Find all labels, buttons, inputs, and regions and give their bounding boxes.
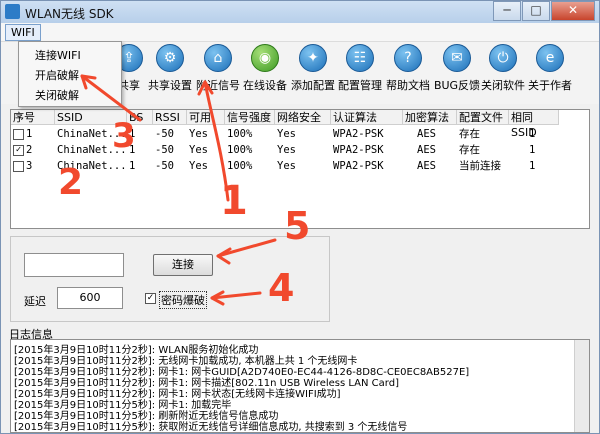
row-security: Yes <box>277 160 296 172</box>
annotation-1: 1 <box>220 178 248 224</box>
row-cipher: AES <box>417 160 436 172</box>
maximize-button[interactable]: □ <box>522 1 550 21</box>
col-header-cipher[interactable]: 加密算法 <box>403 110 457 125</box>
add-config-button[interactable]: ✦ 添加配置 <box>289 44 337 93</box>
exit-app-label: 关闭软件 <box>481 79 525 92</box>
close-button[interactable]: ✕ <box>551 1 595 21</box>
row-cipher: AES <box>417 128 436 140</box>
log-panel: [2015年3月9日10时11分2秒]: WLAN服务初始化成功 [2015年3… <box>10 339 590 433</box>
col-header-no[interactable]: 序号 <box>11 110 55 125</box>
menu-wifi[interactable]: WIFI <box>5 24 41 41</box>
settings-icon: ⚙ <box>156 44 184 72</box>
menu-bar: WIFI <box>1 23 599 42</box>
add-icon: ✦ <box>299 44 327 72</box>
bug-feedback-button[interactable]: ✉ BUG反馈 <box>433 44 481 93</box>
menu-item-stop-crack[interactable]: 关闭破解 <box>35 87 79 103</box>
online-devices-button[interactable]: ◉ 在线设备 <box>241 44 289 93</box>
row-security: Yes <box>277 144 296 156</box>
manage-icon: ☷ <box>346 44 374 72</box>
row-checkbox[interactable] <box>13 160 24 172</box>
col-header-signal[interactable]: 信号强度 <box>225 110 275 125</box>
row-available: Yes <box>189 128 208 140</box>
col-header-auth[interactable]: 认证算法 <box>331 110 403 125</box>
col-header-security[interactable]: 网络安全 <box>275 110 331 125</box>
row-no: 3 <box>26 160 33 172</box>
log-scrollbar[interactable] <box>574 340 589 432</box>
ie-icon: e <box>536 44 564 72</box>
row-signal: 100% <box>227 160 253 172</box>
row-no: 1 <box>26 128 33 140</box>
minimize-button[interactable]: ─ <box>493 1 521 21</box>
share-settings-button[interactable]: ⚙ 共享设置 <box>146 44 194 93</box>
app-icon <box>5 4 20 19</box>
row-profile: 当前连接 <box>459 160 501 172</box>
config-manage-label: 配置管理 <box>338 79 382 92</box>
config-manage-button[interactable]: ☷ 配置管理 <box>336 44 384 93</box>
row-auth: WPA2-PSK <box>333 144 384 156</box>
crack-checkbox[interactable]: ✓ <box>145 293 156 304</box>
menu-item-connect-wifi[interactable]: 连接WIFI <box>35 47 81 63</box>
window-title: WLAN无线 SDK <box>25 7 114 21</box>
bug-feedback-label: BUG反馈 <box>433 79 481 92</box>
nearby-signal-label: 附近信号 <box>196 79 240 92</box>
online-devices-label: 在线设备 <box>243 79 287 92</box>
wifi-dropdown-menu: 连接WIFI 开启破解 关闭破解 <box>18 41 122 107</box>
row-rssi: -50 <box>155 160 174 172</box>
add-config-label: 添加配置 <box>291 79 335 92</box>
col-header-rssi[interactable]: RSSI <box>153 110 187 125</box>
row-available: Yes <box>189 144 208 156</box>
annotation-2: 2 <box>58 162 84 203</box>
exit-app-button[interactable]: ⏻ 关闭软件 <box>479 44 527 93</box>
nearby-signal-button[interactable]: ⌂ 附近信号 <box>194 44 242 93</box>
row-checkbox-checked[interactable]: ✓ <box>13 144 24 156</box>
share-settings-label: 共享设置 <box>148 79 192 92</box>
connect-button[interactable]: 连接 <box>153 254 213 276</box>
row-profile: 存在 <box>459 128 480 140</box>
annotation-3: 3 <box>112 116 136 156</box>
delay-label: 延迟 <box>24 295 46 308</box>
help-button[interactable]: ? 帮助文档 <box>384 44 432 93</box>
row-signal: 100% <box>227 144 253 156</box>
row-available: Yes <box>189 160 208 172</box>
android-icon: ◉ <box>251 44 279 72</box>
row-cipher: AES <box>417 144 436 156</box>
row-signal: 100% <box>227 128 253 140</box>
col-header-available[interactable]: 可用 <box>187 110 225 125</box>
annotation-4: 4 <box>268 266 295 310</box>
col-header-profile[interactable]: 配置文件 <box>457 110 509 125</box>
row-same-ssid: 1 <box>529 144 536 156</box>
row-security: Yes <box>277 128 296 140</box>
row-checkbox[interactable] <box>13 128 24 140</box>
row-same-ssid: 1 <box>529 128 536 140</box>
row-same-ssid: 1 <box>529 160 536 172</box>
menu-item-start-crack[interactable]: 开启破解 <box>35 67 79 83</box>
row-rssi: -50 <box>155 128 174 140</box>
row-profile: 存在 <box>459 144 480 156</box>
help-label: 帮助文档 <box>386 79 430 92</box>
col-header-same-ssid[interactable]: 相同SSID <box>509 110 559 139</box>
power-icon: ⏻ <box>489 44 517 72</box>
password-input[interactable] <box>24 253 124 277</box>
help-icon: ? <box>394 44 422 72</box>
annotation-5: 5 <box>284 204 311 248</box>
title-bar: WLAN无线 SDK ─ □ ✕ <box>1 1 599 24</box>
bug-icon: ✉ <box>443 44 471 72</box>
crack-label[interactable]: 密码爆破 <box>159 291 207 309</box>
row-auth: WPA2-PSK <box>333 160 384 172</box>
row-bs: 1 <box>129 160 136 172</box>
row-auth: WPA2-PSK <box>333 128 384 140</box>
row-rssi: -50 <box>155 144 174 156</box>
about-author-label: 关于作者 <box>528 79 572 92</box>
signal-icon: ⌂ <box>204 44 232 72</box>
log-line: [2015年3月9日10时11分5秒]: 获取附近无线信号详细信息成功, 共搜索… <box>14 422 408 433</box>
row-no: 2 <box>26 144 33 156</box>
delay-input[interactable]: 600 <box>57 287 123 309</box>
about-author-button[interactable]: e 关于作者 <box>526 44 574 93</box>
